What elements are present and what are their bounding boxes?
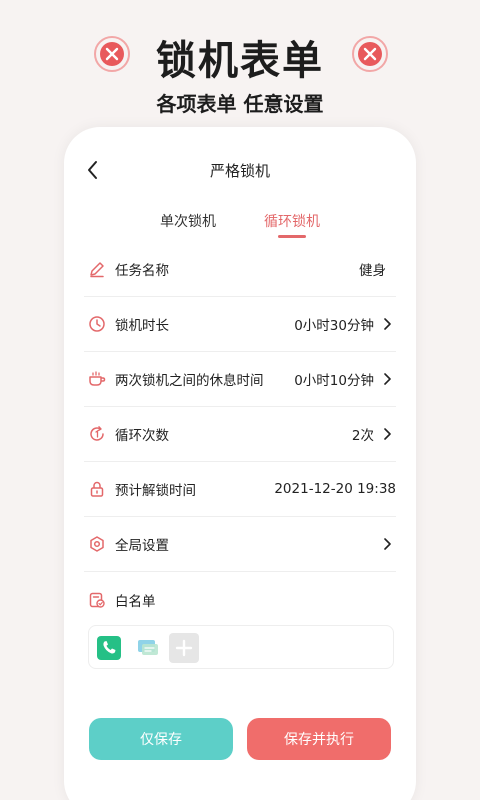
- plus-icon: [175, 639, 193, 657]
- task-name-row[interactable]: 任务名称 健身: [84, 242, 396, 297]
- chevron-right-icon: [384, 428, 391, 440]
- chevron-right-icon: [384, 318, 391, 330]
- active-tab-indicator: [278, 235, 306, 238]
- task-name-label: 任务名称: [115, 263, 169, 279]
- lock-duration-label: 锁机时长: [115, 318, 169, 334]
- rest-time-row[interactable]: 两次锁机之间的休息时间 0小时10分钟: [84, 352, 396, 407]
- loop-count-value: 2次: [351, 428, 374, 444]
- whitelist-apps: [88, 625, 394, 669]
- unlock-time-value: 2021-12-20 19:38: [274, 481, 396, 497]
- chevron-right-icon: [384, 373, 391, 385]
- rest-time-label: 两次锁机之间的休息时间: [115, 373, 264, 389]
- tab-loop-lock[interactable]: 循环锁机: [264, 211, 320, 231]
- rest-time-value: 0小时10分钟: [294, 373, 374, 389]
- form-list: 任务名称 健身 锁机时长 0小时30分钟 两次锁机之间的休息时间 0小时10分钟: [84, 242, 396, 627]
- unlock-time-row: 预计解锁时间 2021-12-20 19:38: [84, 462, 396, 517]
- lock-duration-row[interactable]: 锁机时长 0小时30分钟: [84, 297, 396, 352]
- forbidden-icon: [94, 36, 130, 72]
- message-app-icon[interactable]: [135, 636, 161, 660]
- hero-title: 锁机表单: [156, 38, 324, 84]
- task-name-value[interactable]: 健身: [359, 259, 386, 279]
- add-app-button[interactable]: [169, 633, 199, 663]
- clock-icon: [89, 316, 105, 332]
- pencil-icon: [90, 262, 104, 278]
- whitelist-label: 白名单: [115, 593, 156, 610]
- save-execute-button[interactable]: 保存并执行: [247, 718, 391, 760]
- form-card: 严格锁机 单次锁机 循环锁机 任务名称 健身 锁机时长 0小时30分钟 两次锁机…: [64, 127, 416, 800]
- nav-bar: 严格锁机: [64, 157, 416, 187]
- tab-bar: 单次锁机 循环锁机: [64, 211, 416, 241]
- loop-icon: [90, 426, 104, 441]
- whitelist-row: 白名单: [84, 572, 396, 627]
- lock-icon: [90, 481, 104, 497]
- tab-single-lock[interactable]: 单次锁机: [160, 211, 216, 231]
- save-only-button[interactable]: 仅保存: [89, 718, 233, 760]
- whitelist-icon: [89, 592, 105, 608]
- phone-app-icon[interactable]: [97, 636, 121, 660]
- global-settings-row[interactable]: 全局设置: [84, 517, 396, 572]
- chevron-right-icon: [384, 538, 391, 550]
- global-settings-label: 全局设置: [115, 538, 169, 554]
- unlock-time-label: 预计解锁时间: [115, 483, 196, 499]
- settings-icon: [90, 536, 104, 552]
- loop-count-label: 循环次数: [115, 428, 169, 444]
- loop-count-row[interactable]: 循环次数 2次: [84, 407, 396, 462]
- forbidden-icon: [352, 36, 388, 72]
- hero-subtitle: 各项表单 任意设置: [156, 92, 324, 116]
- page-title: 严格锁机: [209, 162, 270, 180]
- coffee-cup-icon: [89, 371, 106, 386]
- lock-duration-value: 0小时30分钟: [294, 318, 374, 334]
